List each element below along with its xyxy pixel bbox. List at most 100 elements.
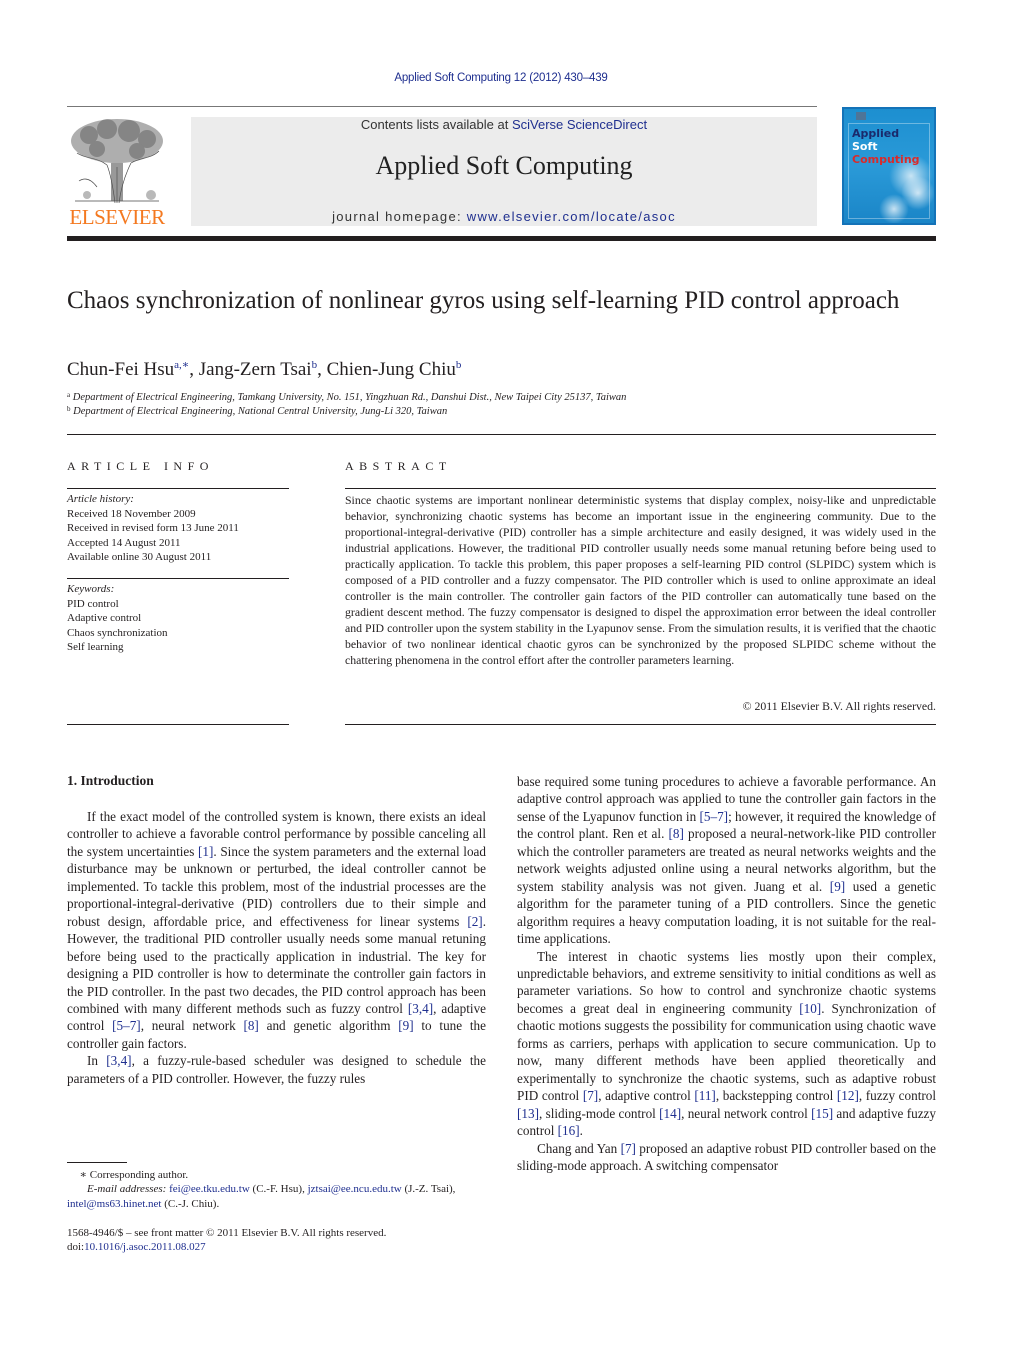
- history-item: Available online 30 August 2011: [67, 551, 212, 563]
- cover-title-line3: Computing: [852, 153, 920, 166]
- citation-link[interactable]: [3,4]: [106, 1053, 131, 1068]
- paragraph-text: .: [579, 1123, 583, 1139]
- paragraph-text: , adaptive control: [598, 1088, 695, 1104]
- section-divider: [67, 434, 936, 435]
- citation-link[interactable]: [7]: [583, 1088, 598, 1103]
- paragraph-text: and genetic algorithm: [258, 1018, 399, 1034]
- paragraph-text: , fuzzy control: [858, 1088, 937, 1104]
- paragraph-text: , neural network control: [681, 1105, 812, 1121]
- citation-link[interactable]: [8]: [669, 826, 684, 841]
- abstract-text: Since chaotic systems are important nonl…: [345, 493, 936, 667]
- affiliation-text: Department of Electrical Engineering, Na…: [73, 406, 448, 417]
- intro-paragraph: In [3,4], a fuzzy-rule-based scheduler w…: [67, 1052, 486, 1087]
- introduction-heading: 1. Introduction: [67, 773, 154, 788]
- author-affiliation-mark[interactable]: a,∗: [174, 359, 189, 371]
- article-info-rule: [67, 488, 289, 489]
- abstract-heading: ABSTRACT: [345, 459, 452, 473]
- article-history: Article history: Received 18 November 20…: [67, 492, 289, 565]
- author-affiliation-mark[interactable]: b: [456, 359, 462, 371]
- intro-paragraph: If the exact model of the controlled sys…: [67, 808, 486, 1052]
- article-history-label: Article history:: [67, 493, 134, 505]
- intro-paragraph: Chang and Yan [7] proposed an adaptive r…: [517, 1140, 936, 1175]
- journal-reference[interactable]: Applied Soft Computing 12 (2012) 430–439: [0, 72, 1002, 84]
- email-link[interactable]: jztsai@ee.ncu.edu.tw: [308, 1183, 402, 1195]
- abstract-copyright: © 2011 Elsevier B.V. All rights reserved…: [742, 699, 936, 713]
- author-list: Chun-Fei Hsua,∗, Jang-Zern Tsaib, Chien-…: [67, 359, 462, 380]
- elsevier-wordmark: ELSEVIER: [69, 205, 165, 229]
- journal-banner: Contents lists available at SciVerse Sci…: [191, 117, 817, 226]
- email-owner: (C.-F. Hsu),: [249, 1183, 308, 1195]
- affiliation-mark: b: [67, 405, 71, 413]
- affiliation-b: b Department of Electrical Engineering, …: [67, 405, 447, 417]
- homepage-prefix: journal homepage:: [332, 209, 467, 224]
- email-owner: (J.-Z. Tsai),: [401, 1183, 456, 1195]
- history-item: Accepted 14 August 2011: [67, 536, 181, 549]
- doi-prefix: doi:: [67, 1241, 85, 1253]
- footnote-mark: ∗: [79, 1169, 87, 1181]
- citation-link[interactable]: [16]: [558, 1123, 580, 1138]
- email-link[interactable]: intel@ms63.hinet.net: [67, 1198, 161, 1210]
- journal-homepage: journal homepage: www.elsevier.com/locat…: [191, 209, 817, 224]
- contents-line: Contents lists available at SciVerse Sci…: [191, 117, 817, 132]
- email-label: E-mail addresses:: [87, 1183, 167, 1195]
- citation-link[interactable]: [7]: [621, 1141, 636, 1156]
- citation-link[interactable]: [3,4]: [408, 1001, 433, 1016]
- citation-link[interactable]: [11]: [694, 1088, 715, 1103]
- affiliation-mark: a: [67, 391, 71, 399]
- citation-link[interactable]: [2]: [467, 914, 482, 929]
- cover-title-line2: Soft: [852, 140, 878, 153]
- citation-link[interactable]: [10]: [799, 1001, 821, 1016]
- front-matter-note: 1568-4946/$ – see front matter © 2011 El…: [67, 1227, 387, 1239]
- abstract-bottom-rule: [345, 724, 936, 725]
- email-addresses: E-mail addresses: fei@ee.tku.edu.tw (C.-…: [67, 1182, 487, 1211]
- cover-emblem-icon: [856, 112, 866, 120]
- affiliation-a: a Department of Electrical Engineering, …: [67, 391, 626, 403]
- journal-cover-thumbnail[interactable]: Applied Soft Computing: [842, 107, 936, 225]
- introduction-right-column: base required some tuning procedures to …: [517, 773, 936, 1174]
- keyword: Chaos synchronization: [67, 626, 168, 639]
- journal-title: Applied Soft Computing: [375, 151, 633, 180]
- paragraph-text: Chang and Yan: [537, 1140, 621, 1156]
- citation-link[interactable]: [15]: [811, 1106, 833, 1121]
- tree-icon: [71, 119, 163, 204]
- citation-link[interactable]: [9]: [398, 1018, 413, 1033]
- footnote-rule: [67, 1162, 127, 1163]
- intro-paragraph: base required some tuning procedures to …: [517, 773, 936, 948]
- affiliation-text: Department of Electrical Engineering, Ta…: [72, 392, 627, 403]
- history-item: Received in revised form 13 June 2011: [67, 522, 239, 534]
- history-item: Received 18 November 2009: [67, 507, 196, 520]
- cover-title-line1: Applied: [852, 127, 900, 140]
- corresponding-author-note: ∗ Corresponding author.: [67, 1168, 189, 1183]
- keyword: PID control: [67, 597, 119, 610]
- citation-link[interactable]: [5–7]: [699, 809, 728, 824]
- intro-paragraph: The interest in chaotic systems lies mos…: [517, 948, 936, 1140]
- citation-link[interactable]: [14]: [659, 1106, 681, 1121]
- doi-line: doi:10.1016/j.asoc.2011.08.027: [67, 1240, 206, 1255]
- citation-link[interactable]: [12]: [837, 1088, 859, 1103]
- keywords-label: Keywords:: [67, 583, 115, 595]
- citation-link[interactable]: [1]: [198, 844, 213, 859]
- email-link[interactable]: fei@ee.tku.edu.tw: [169, 1183, 250, 1195]
- paragraph-text: , sliding-mode control: [538, 1105, 660, 1121]
- citation-link[interactable]: [5–7]: [112, 1018, 141, 1033]
- header-top-rule: [67, 106, 817, 107]
- citation-link[interactable]: [13]: [517, 1106, 539, 1121]
- citation-link[interactable]: [9]: [830, 879, 845, 894]
- contents-prefix: Contents lists available at: [360, 117, 512, 132]
- corresponding-author-text: Corresponding author.: [89, 1169, 189, 1181]
- paragraph-text: , backstepping control: [715, 1088, 837, 1104]
- keyword: Self learning: [67, 641, 124, 653]
- author-name: Jang-Zern Tsai: [198, 359, 312, 380]
- homepage-link[interactable]: www.elsevier.com/locate/asoc: [467, 209, 676, 224]
- citation-link[interactable]: [8]: [243, 1018, 258, 1033]
- introduction-left-column: If the exact model of the controlled sys…: [67, 808, 486, 1087]
- article-title: Chaos synchronization of nonlinear gyros…: [67, 287, 900, 314]
- abstract-rule: [345, 488, 936, 489]
- doi-link[interactable]: 10.1016/j.asoc.2011.08.027: [84, 1241, 206, 1253]
- sciencedirect-link[interactable]: SciVerse ScienceDirect: [512, 117, 647, 132]
- article-info-heading: ARTICLE INFO: [67, 459, 214, 473]
- paragraph-text: , neural network: [140, 1018, 244, 1034]
- author-name: Chun-Fei Hsu: [67, 359, 175, 380]
- paragraph-text: In: [87, 1053, 107, 1069]
- article-info-bottom-rule: [67, 724, 289, 725]
